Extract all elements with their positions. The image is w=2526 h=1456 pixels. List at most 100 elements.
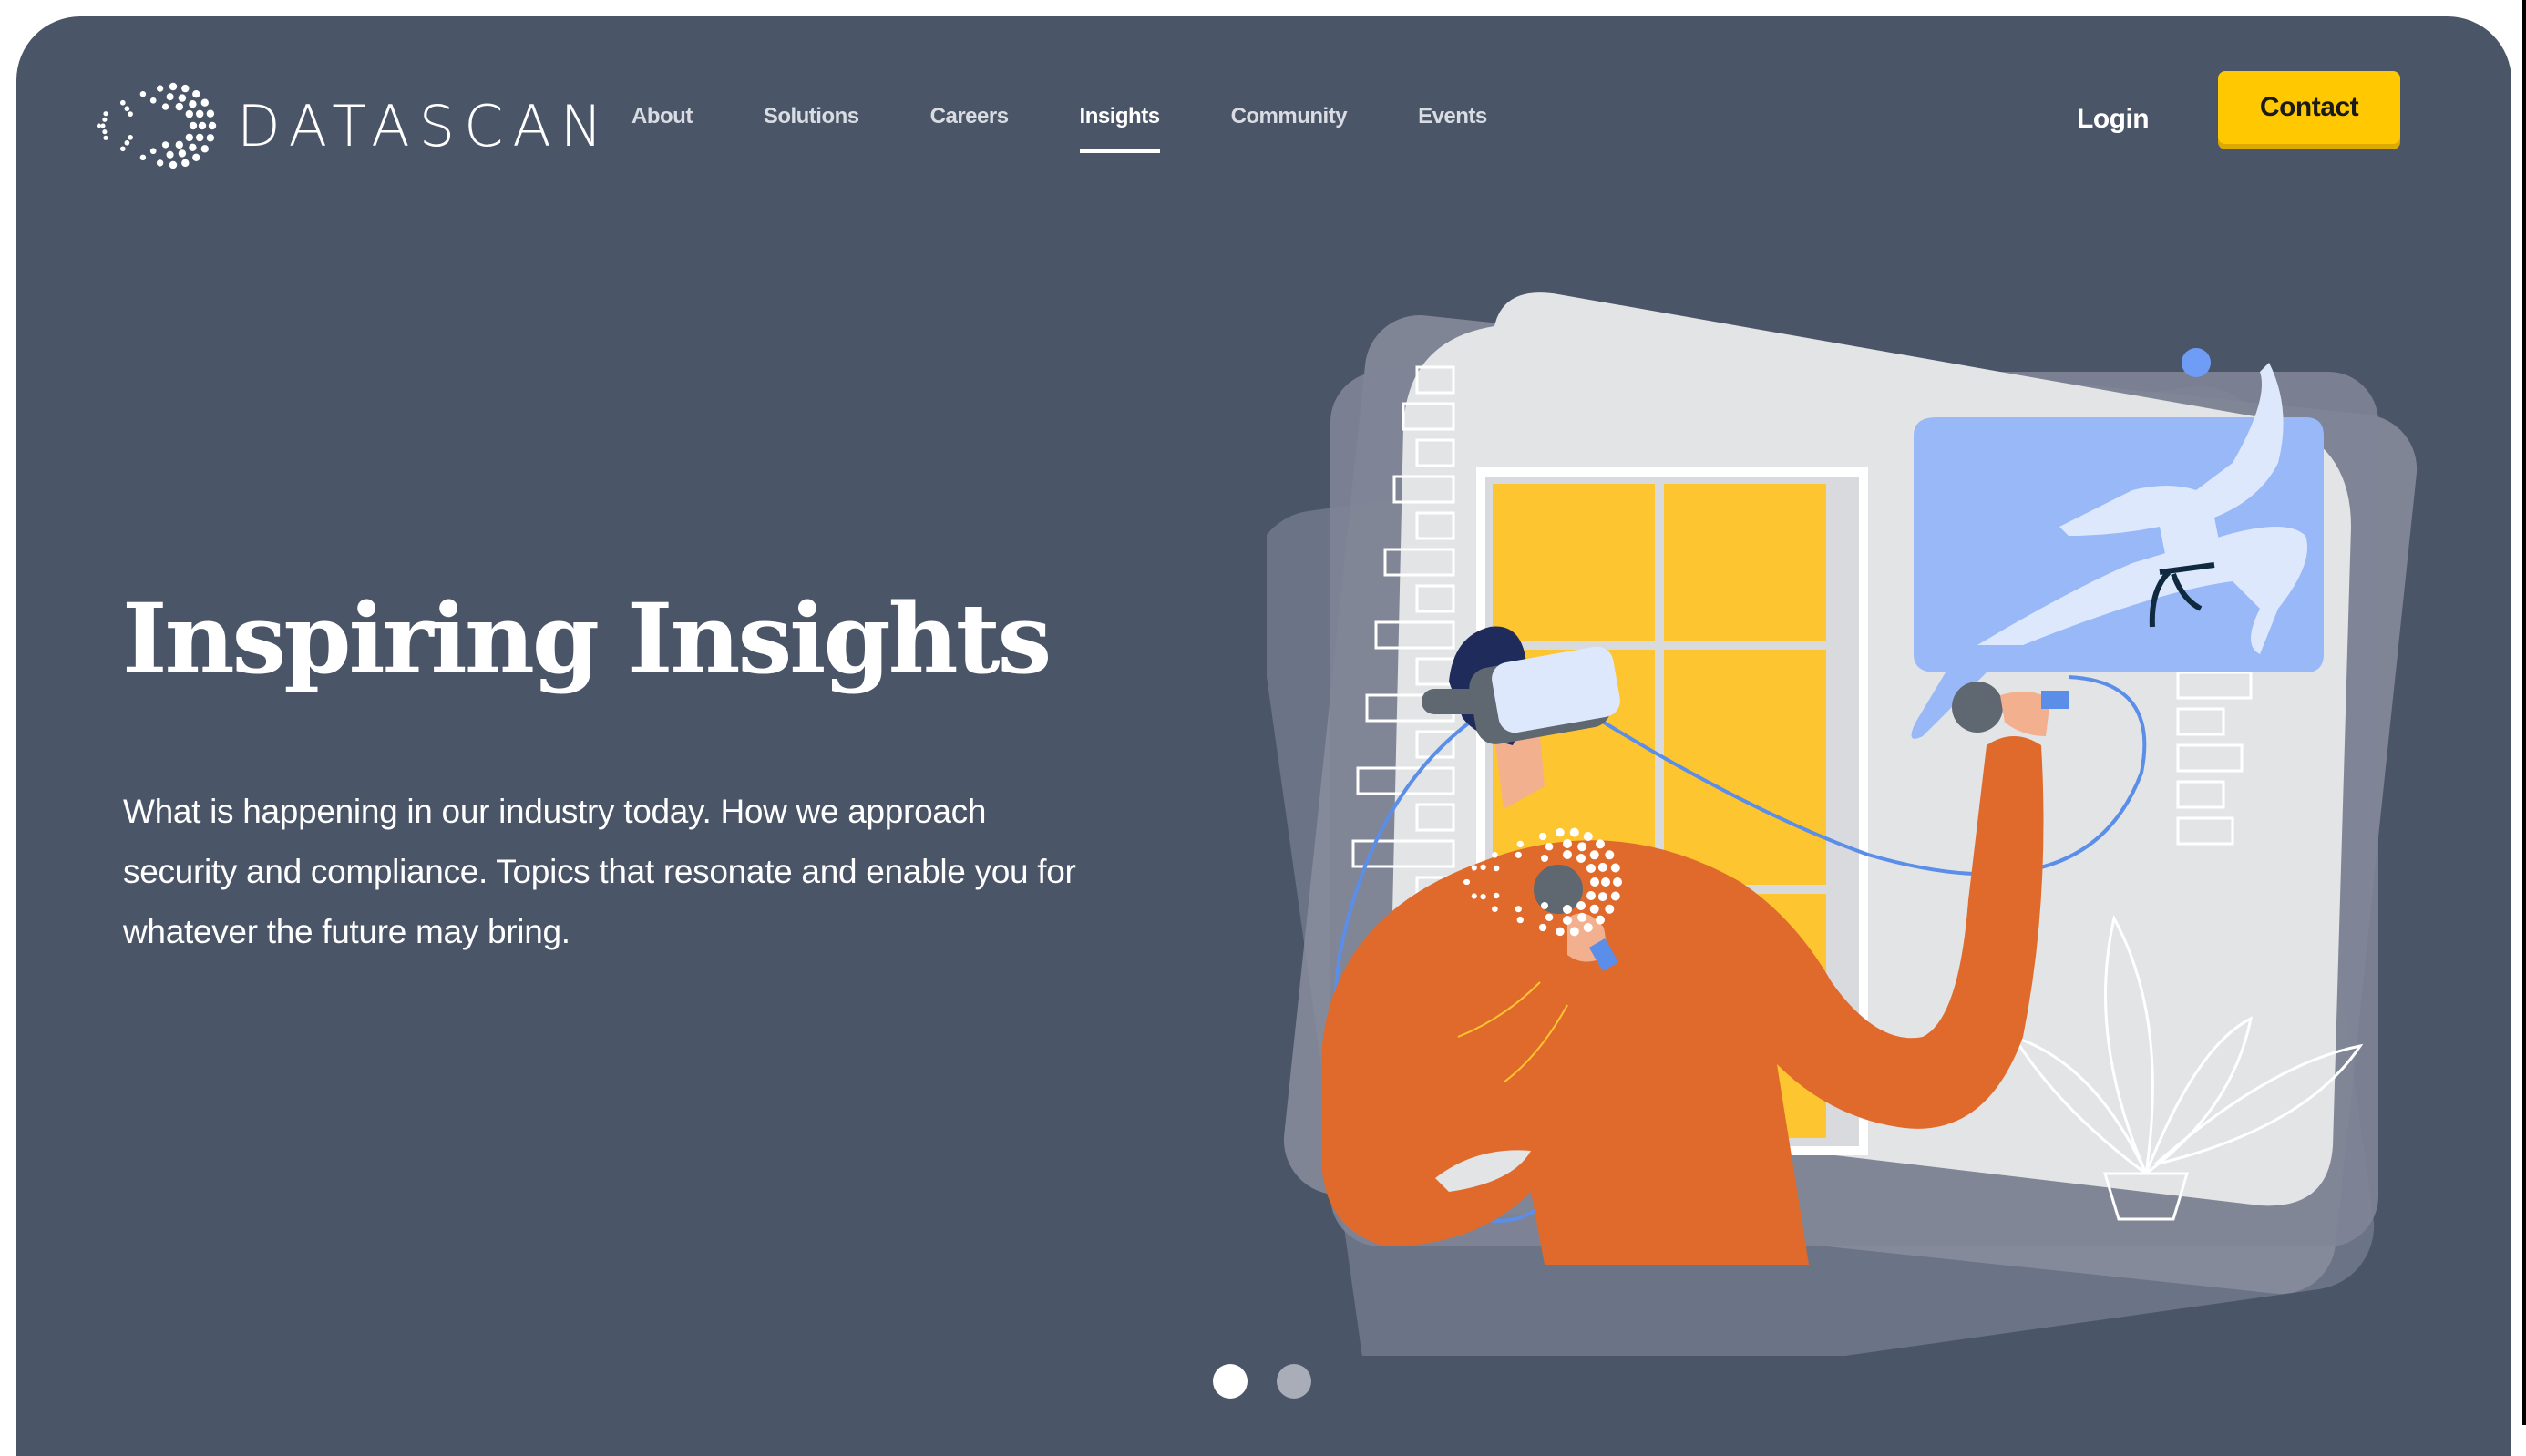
logo-dot (1586, 864, 1596, 873)
logo-dot (1597, 892, 1607, 902)
logo-dot (1556, 827, 1565, 837)
logo-dot (1515, 906, 1522, 913)
logo-dot (1541, 855, 1548, 862)
logo-dot (185, 109, 193, 118)
logo-dot (181, 159, 190, 168)
logo-dot (1563, 850, 1572, 859)
logo-dot (192, 153, 200, 161)
logo-dot (206, 109, 215, 118)
nav-solutions[interactable]: Solutions (764, 104, 859, 129)
contact-button[interactable]: Contact (2218, 71, 2400, 144)
brand-name: DATASCAN (237, 92, 612, 159)
logo-dot (128, 111, 133, 117)
logo-dot (149, 97, 157, 104)
logo-dot (1596, 839, 1605, 849)
carousel-pagination (1213, 1364, 1311, 1399)
logo-dot (200, 98, 209, 107)
logo-dot (200, 145, 209, 153)
logo-dot (100, 123, 106, 128)
logo-dot (1576, 901, 1586, 910)
logo-dot (1516, 840, 1524, 848)
main-nav: About Solutions Careers Insights Communi… (632, 104, 1558, 153)
logo-dot (1589, 904, 1599, 914)
logo-dot (1480, 893, 1486, 900)
hero-section: DATASCAN About Solutions Careers Insight… (16, 16, 2511, 1456)
logo-dot (1597, 862, 1607, 872)
logo-dot (128, 135, 133, 140)
logo-dot (1605, 850, 1615, 860)
logo-dot (206, 134, 215, 142)
logo-dot (166, 150, 174, 159)
logo-dot (181, 84, 190, 93)
logo-dot (1545, 842, 1554, 851)
logo-dot (185, 133, 193, 142)
hero-illustration (1267, 292, 2418, 1356)
logo-dot (1463, 879, 1469, 885)
nav-about[interactable]: About (632, 104, 693, 129)
logo-dot (139, 154, 147, 161)
logo-dot (1613, 877, 1622, 887)
logo-dot (1586, 891, 1596, 900)
logo-dot (149, 148, 157, 155)
logo-dot (189, 100, 197, 108)
logo-dot (1590, 877, 1599, 887)
logo-dot (196, 109, 204, 118)
logo-dot (169, 82, 178, 91)
logo-dot (1493, 865, 1500, 872)
logo-dot (1563, 916, 1572, 925)
logo-dot (1610, 863, 1620, 873)
logo-dot (139, 90, 147, 97)
logo-dot (1583, 923, 1593, 932)
login-link[interactable]: Login (2077, 104, 2150, 135)
nav-community[interactable]: Community (1231, 104, 1348, 129)
logo-dot (1576, 854, 1586, 863)
logo-dot (1471, 893, 1477, 899)
logo-dot (1538, 832, 1547, 841)
logo-dot (1596, 915, 1605, 925)
logo-dot (1556, 927, 1565, 937)
logo-dot (1492, 906, 1498, 913)
logo-dot (189, 143, 197, 151)
dotted-ring-logo-icon (96, 82, 217, 169)
carousel-dot-1[interactable] (1213, 1364, 1248, 1399)
logo-dot (1545, 913, 1554, 922)
logo-dot (1577, 912, 1587, 922)
logo-dot (1563, 839, 1572, 848)
logo-dot (1583, 832, 1593, 841)
logo-dot (103, 111, 108, 117)
logo-dot (192, 90, 200, 98)
logo-dot (189, 121, 198, 130)
logo-dot (1610, 891, 1620, 901)
logo-dot (208, 121, 217, 130)
logo-dot (1480, 864, 1486, 871)
logo-dot (198, 121, 207, 130)
logo-dot (124, 106, 130, 112)
logo-dot (1569, 827, 1579, 837)
carousel-dot-2[interactable] (1277, 1364, 1311, 1399)
logo-dot (196, 133, 204, 142)
page-title: Inspiring Insights (122, 581, 1052, 695)
brand-logo[interactable]: DATASCAN (82, 69, 611, 182)
logo-dot (1492, 851, 1498, 858)
logo-dot (1563, 905, 1572, 914)
logo-dot (156, 159, 164, 167)
logo-dot (102, 117, 108, 122)
logo-dot (1516, 916, 1524, 924)
logo-dot (1601, 877, 1610, 887)
window-edge (2522, 0, 2526, 1425)
hero-description: What is happening in our industry today.… (123, 793, 1076, 950)
nav-events[interactable]: Events (1418, 104, 1487, 129)
nav-insights[interactable]: Insights (1079, 104, 1160, 153)
nav-careers[interactable]: Careers (930, 104, 1009, 129)
logo-dot (1569, 927, 1579, 937)
logo-dot (175, 140, 183, 149)
logo-dot (1589, 850, 1599, 860)
logo-dot (166, 93, 174, 101)
logo-dot (124, 139, 130, 146)
logo-dot (169, 160, 178, 169)
logo-dot (1471, 865, 1477, 871)
logo-dot (103, 135, 108, 140)
logo-dot (178, 149, 187, 158)
logo-dot (96, 123, 102, 128)
logo-dot (1538, 923, 1547, 932)
